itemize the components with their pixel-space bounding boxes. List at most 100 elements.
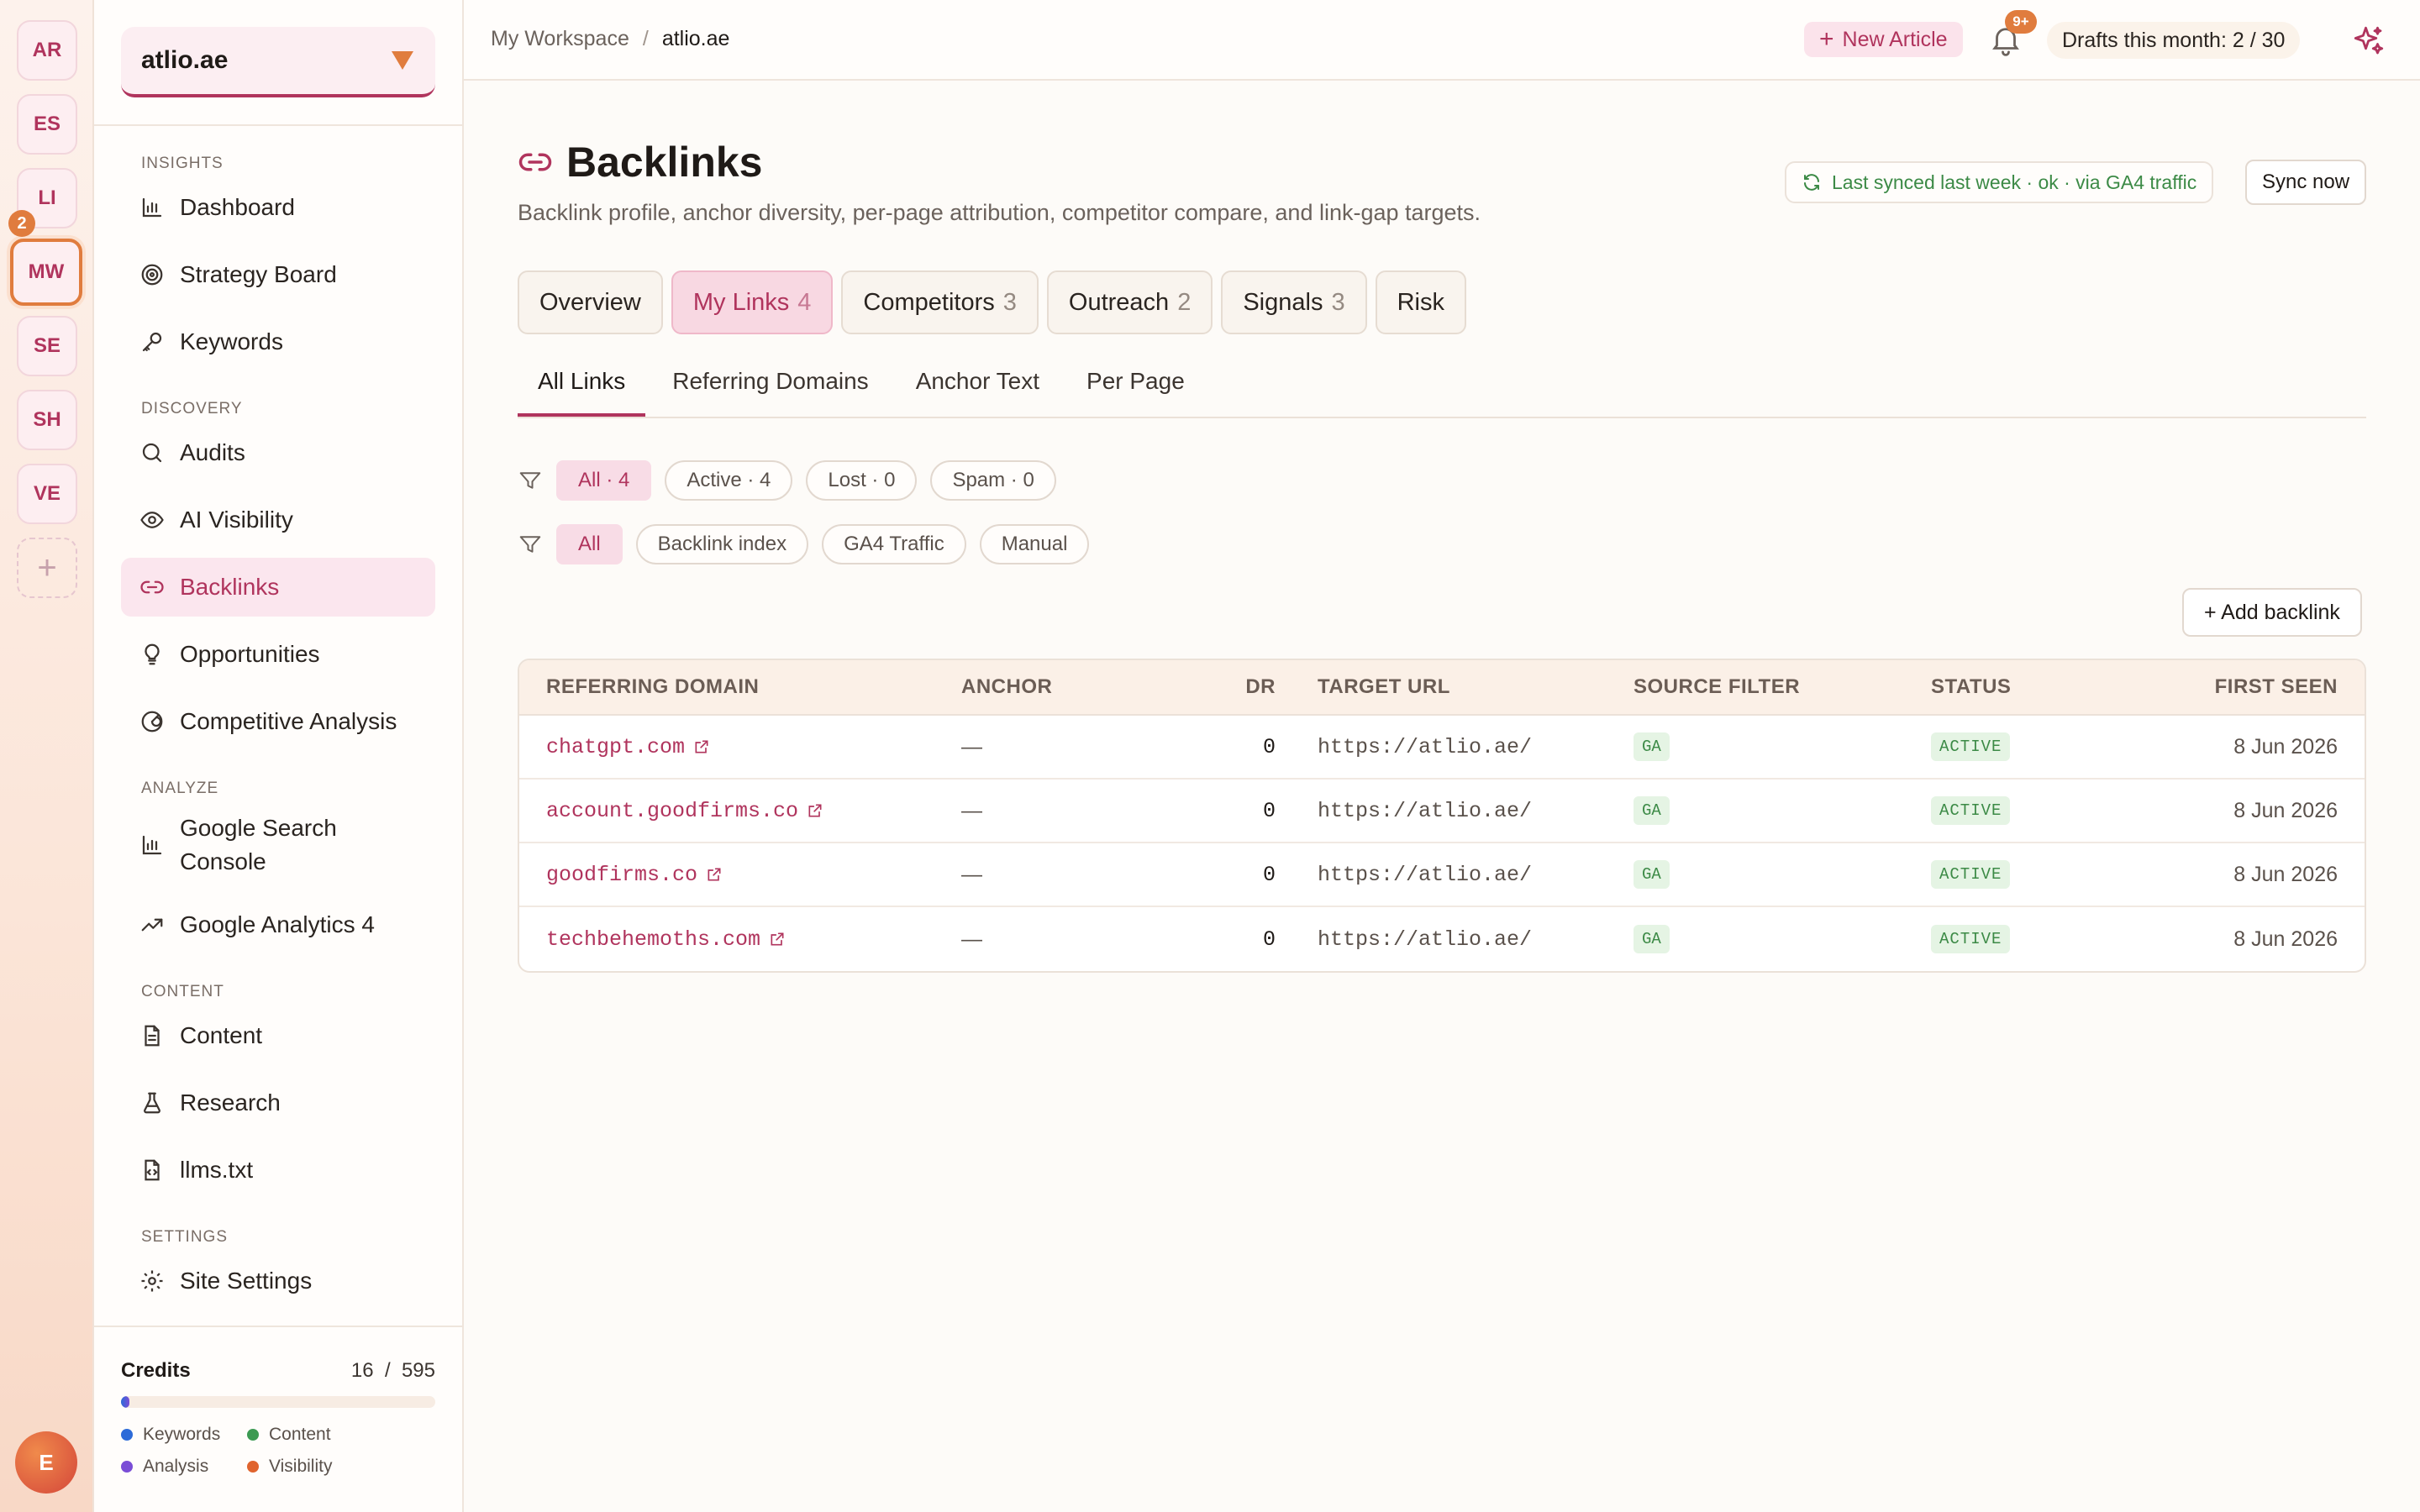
plus-icon: + <box>1819 25 1834 53</box>
subtab-all-links[interactable]: All Links <box>518 356 646 417</box>
workspace-mw[interactable]: MW <box>10 239 82 306</box>
column-header-target-url[interactable]: TARGET URL <box>1276 675 1634 699</box>
status-filter-row: All · 4 Active · 4 Lost · 0 Spam · 0 <box>518 460 1070 501</box>
credits-progress-fill <box>121 1396 130 1408</box>
sidebar-item-audits[interactable]: Audits <box>121 423 435 482</box>
filter-source-backlink-index[interactable]: Backlink index <box>635 524 809 564</box>
tab-risk[interactable]: Risk <box>1375 270 1466 334</box>
filter-status-lost[interactable]: Lost · 0 <box>806 460 918 501</box>
search-icon <box>138 438 166 467</box>
tab-competitors[interactable]: Competitors 3 <box>841 270 1039 334</box>
sidebar-item-opportunities[interactable]: Opportunities <box>121 625 435 684</box>
subtab-anchor-text[interactable]: Anchor Text <box>896 356 1060 417</box>
site-selector-value: atlio.ae <box>141 46 229 74</box>
refresh-icon <box>1804 174 1819 191</box>
sidebar-item-ai-visibility[interactable]: AI Visibility <box>121 491 435 549</box>
column-header-anchor[interactable]: ANCHOR <box>961 675 1188 699</box>
column-header-dr[interactable]: DR <box>1188 675 1276 699</box>
sidebar-item-label: Keywords <box>180 328 283 354</box>
sidebar-item-strategy-board[interactable]: Strategy Board <box>121 245 435 304</box>
sidebar-item-llms-txt[interactable]: llms.txt <box>121 1141 435 1200</box>
dr-cell: 0 <box>1262 798 1276 823</box>
status-badge: ACTIVE <box>1931 796 2011 825</box>
sidebar-item-keywords[interactable]: Keywords <box>121 312 435 371</box>
filter-source-ga4-traffic[interactable]: GA4 Traffic <box>822 524 966 564</box>
column-header-source[interactable]: SOURCE FILTER <box>1634 675 1931 699</box>
workspace-ve[interactable]: VE <box>17 464 77 524</box>
legend-dot <box>247 1429 259 1441</box>
workspace-es[interactable]: ES <box>17 94 77 155</box>
sidebar-item-content[interactable]: Content <box>121 1006 435 1065</box>
referring-domain-link[interactable]: goodfirms.co <box>546 863 723 887</box>
sidebar-item-dashboard[interactable]: Dashboard <box>121 178 435 237</box>
workspace-ar[interactable]: AR <box>17 20 77 81</box>
breadcrumb-separator: / <box>642 27 649 50</box>
lightbulb-icon <box>138 640 166 669</box>
page-title: Backlinks <box>566 139 763 186</box>
filter-status-spam[interactable]: Spam · 0 <box>930 460 1056 501</box>
workspace-sh[interactable]: SH <box>17 390 77 450</box>
filter-source-all[interactable]: All <box>556 524 623 564</box>
sidebar-item-google-analytics-4[interactable]: Google Analytics 4 <box>121 895 435 954</box>
notification-badge: 9+ <box>2005 10 2037 34</box>
workspace-notification-badge: 2 <box>8 210 35 237</box>
sync-now-button[interactable]: Sync now <box>2245 160 2367 205</box>
radar-icon <box>138 707 166 736</box>
top-bar: My Workspace / atlio.ae + New Article 9+… <box>464 0 2420 81</box>
tab-overview[interactable]: Overview <box>518 270 663 334</box>
first-seen-cell: 8 Jun 2026 <box>2233 927 2338 951</box>
legend-item-visibility: Visibility <box>247 1457 373 1477</box>
sparkle-icon[interactable] <box>2351 24 2386 59</box>
first-seen-cell: 8 Jun 2026 <box>2233 798 2338 822</box>
referring-domain-link[interactable]: chatgpt.com <box>546 735 710 759</box>
add-workspace-button[interactable]: + <box>17 538 77 598</box>
eye-icon <box>138 506 166 534</box>
sidebar-item-label: Site Settings <box>180 1268 313 1294</box>
legend-item-analysis: Analysis <box>121 1457 247 1477</box>
workspace-se[interactable]: SE <box>17 316 77 376</box>
sidebar-item-research[interactable]: Research <box>121 1074 435 1132</box>
sidebar-item-label: llms.txt <box>180 1157 254 1183</box>
sidebar-nav: INSIGHTS Dashboard Strategy Board Keywor… <box>121 126 435 1324</box>
credits-value: 16 / 595 <box>350 1359 435 1382</box>
breadcrumb-current: atlio.ae <box>661 27 730 50</box>
column-header-first-seen[interactable]: FIRST SEEN <box>2166 675 2365 699</box>
legend-dot <box>121 1461 133 1473</box>
new-article-button[interactable]: + New Article <box>1804 22 1963 57</box>
nav-section-settings: SETTINGS <box>141 1228 229 1246</box>
external-link-icon <box>708 868 721 881</box>
column-header-status[interactable]: STATUS <box>1931 675 2166 699</box>
backlinks-table: REFERRING DOMAIN ANCHOR DR TARGET URL SO… <box>518 659 2366 973</box>
subtab-per-page[interactable]: Per Page <box>1066 356 1205 417</box>
referring-domain-link[interactable]: techbehemoths.com <box>546 927 786 952</box>
sidebar-item-competitive-analysis[interactable]: Competitive Analysis <box>121 692 435 751</box>
source-badge: GA <box>1634 796 1670 825</box>
source-badge: GA <box>1634 860 1670 889</box>
add-backlink-button[interactable]: + Add backlink <box>2182 588 2362 637</box>
sync-status-text: Last synced last week · ok · via GA4 tra… <box>1832 171 2197 193</box>
referring-domain-link[interactable]: account.goodfirms.co <box>546 799 823 823</box>
key-icon <box>138 328 166 356</box>
tab-my-links[interactable]: My Links 4 <box>671 270 834 334</box>
sidebar-item-backlinks[interactable]: Backlinks <box>121 558 435 617</box>
site-selector[interactable]: atlio.ae <box>121 27 435 97</box>
filter-status-active[interactable]: Active · 4 <box>665 460 793 501</box>
new-article-label: New Article <box>1842 27 1948 51</box>
legend-dot <box>247 1461 259 1473</box>
section-tabs: Overview My Links 4 Competitors 3 Outreach… <box>518 270 1466 334</box>
sidebar-item-site-settings[interactable]: Site Settings <box>121 1252 435 1310</box>
tab-outreach[interactable]: Outreach 2 <box>1046 270 1213 334</box>
breadcrumb-workspace[interactable]: My Workspace <box>491 27 629 51</box>
sidebar-item-label: Google Search Console <box>180 815 337 874</box>
subtab-referring-domains[interactable]: Referring Domains <box>652 356 888 417</box>
filter-status-all[interactable]: All · 4 <box>556 460 652 501</box>
user-avatar[interactable]: E <box>15 1431 77 1494</box>
tab-signals[interactable]: Signals 3 <box>1221 270 1367 334</box>
filter-source-manual[interactable]: Manual <box>979 524 1090 564</box>
gear-icon <box>138 1267 166 1295</box>
source-badge: GA <box>1634 732 1670 761</box>
column-header-domain[interactable]: REFERRING DOMAIN <box>519 675 961 699</box>
sidebar-item-google-search-console[interactable]: Google Search Console <box>121 803 435 887</box>
external-link-icon <box>808 804 822 817</box>
sidebar-item-label: AI Visibility <box>180 507 293 533</box>
